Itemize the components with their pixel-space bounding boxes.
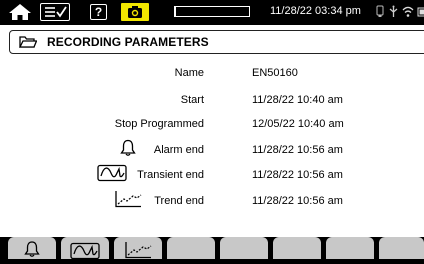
recording-progress-bar (174, 6, 250, 17)
param-value: EN50160 (252, 64, 298, 82)
status-bar: ? 11/28/22 03:34 pm (0, 0, 424, 25)
trend-icon (124, 241, 152, 264)
datetime: 11/28/22 03:34 pm (270, 5, 361, 17)
param-label: Trend end (154, 192, 204, 210)
softkey-7[interactable] (326, 237, 374, 259)
softkey-4[interactable] (167, 237, 215, 259)
bell-icon (24, 237, 40, 262)
param-label: Name (175, 64, 204, 82)
softkey-alarm[interactable] (8, 237, 56, 259)
battery-icon (417, 5, 424, 23)
usb-icon (375, 5, 385, 23)
softkey-trend[interactable] (114, 237, 162, 259)
softkey-8[interactable] (379, 237, 424, 259)
menu-check-icon[interactable] (40, 3, 70, 21)
param-label: Alarm end (154, 141, 204, 159)
param-row-transient-end: Transient end 11/28/22 10:56 am (0, 166, 424, 184)
param-label: Start (181, 91, 204, 109)
transient-icon (70, 242, 100, 264)
param-row-trend-end: Trend end 11/28/22 10:56 am (0, 192, 424, 210)
param-label: Transient end (137, 166, 204, 184)
softkey-5[interactable] (220, 237, 268, 259)
page-title: RECORDING PARAMETERS (47, 35, 209, 49)
softkey-transient[interactable] (61, 237, 109, 259)
wifi-icon (402, 5, 414, 23)
help-icon[interactable]: ? (90, 4, 107, 20)
bell-icon (118, 139, 138, 157)
progress-fill (175, 7, 176, 16)
param-value: 11/28/22 10:56 am (252, 141, 343, 159)
transient-icon (96, 164, 128, 182)
trend-icon (113, 190, 143, 208)
param-label: Stop Programmed (115, 115, 204, 133)
camera-icon[interactable] (121, 3, 149, 21)
home-icon[interactable] (6, 3, 34, 20)
param-row-start: Start 11/28/22 10:40 am (0, 91, 424, 109)
panel-header: RECORDING PARAMETERS (9, 30, 424, 54)
param-value: 12/05/22 10:40 am (252, 115, 344, 133)
param-value: 11/28/22 10:56 am (252, 166, 343, 184)
recording-parameters-panel: RECORDING PARAMETERS Name EN50160 Start … (0, 25, 424, 237)
system-icons (375, 5, 424, 23)
param-row-stop-programmed: Stop Programmed 12/05/22 10:40 am (0, 115, 424, 133)
param-value: 11/28/22 10:40 am (252, 91, 343, 109)
param-row-alarm-end: Alarm end 11/28/22 10:56 am (0, 141, 424, 159)
folder-icon (19, 35, 37, 49)
power-plug-icon (388, 5, 399, 23)
param-value: 11/28/22 10:56 am (252, 192, 343, 210)
softkey-bar (0, 237, 424, 259)
softkey-6[interactable] (273, 237, 321, 259)
param-row-name: Name EN50160 (0, 64, 424, 82)
